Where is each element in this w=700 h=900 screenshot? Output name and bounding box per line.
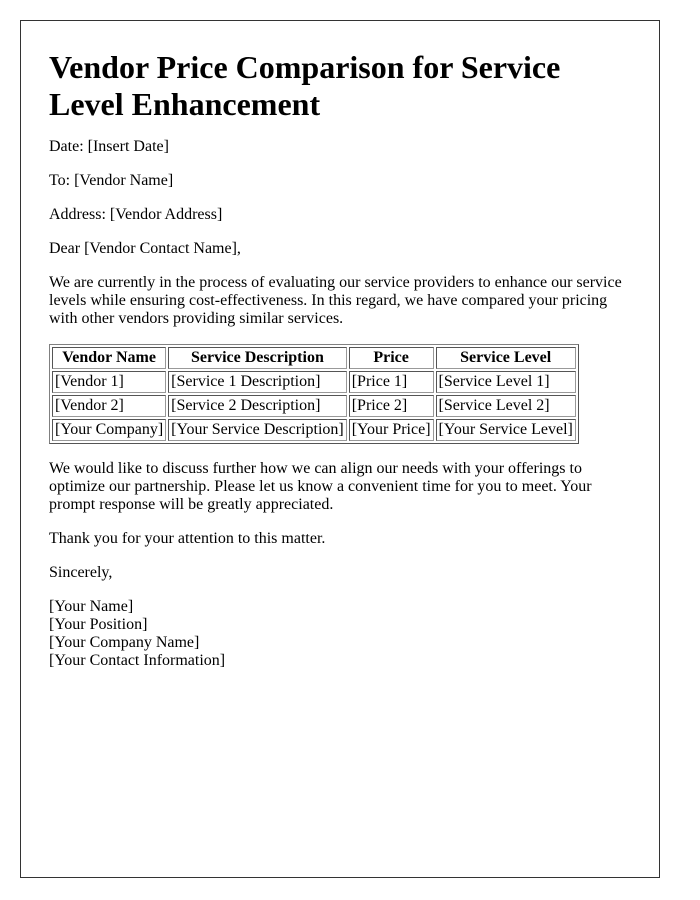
cell-service-level: [Service Level 2] bbox=[435, 395, 576, 417]
table-row: [Vendor 1] [Service 1 Description] [Pric… bbox=[52, 371, 576, 393]
header-price: Price bbox=[348, 347, 434, 369]
cell-vendor-name: [Vendor 2] bbox=[52, 395, 167, 417]
cell-service-description: [Service 2 Description] bbox=[168, 395, 347, 417]
signature-name: [Your Name] bbox=[49, 598, 134, 615]
salutation: Dear [Vendor Contact Name], bbox=[49, 240, 241, 257]
table-row: [Vendor 2] [Service 2 Description] [Pric… bbox=[52, 395, 576, 417]
header-vendor-name: Vendor Name bbox=[52, 347, 167, 369]
cell-price: [Price 2] bbox=[348, 395, 434, 417]
letter-title: Vendor Price Comparison for Service Leve… bbox=[49, 49, 561, 122]
cell-service-level: [Service Level 1] bbox=[435, 371, 576, 393]
price-comparison-table: Vendor Name Service Description Price Se… bbox=[49, 344, 579, 444]
recipient-line: To: [Vendor Name] bbox=[49, 172, 174, 189]
cell-service-level: [Your Service Level] bbox=[435, 419, 576, 441]
followup-paragraph: We would like to discuss further how we … bbox=[49, 460, 592, 513]
signature-block: [Your Name] [Your Position] [Your Compan… bbox=[49, 598, 631, 670]
signature-company: [Your Company Name] bbox=[49, 634, 200, 651]
cell-vendor-name: [Vendor 1] bbox=[52, 371, 167, 393]
header-service-description: Service Description bbox=[168, 347, 347, 369]
thanks-line: Thank you for your attention to this mat… bbox=[49, 530, 326, 547]
signature-position: [Your Position] bbox=[49, 616, 148, 633]
cell-vendor-name: [Your Company] bbox=[52, 419, 167, 441]
closing: Sincerely, bbox=[49, 564, 113, 581]
intro-paragraph: We are currently in the process of evalu… bbox=[49, 274, 622, 327]
letter-container: Vendor Price Comparison for Service Leve… bbox=[20, 20, 660, 878]
date-line: Date: [Insert Date] bbox=[49, 138, 169, 155]
table-header-row: Vendor Name Service Description Price Se… bbox=[52, 347, 576, 369]
cell-service-description: [Your Service Description] bbox=[168, 419, 347, 441]
address-line: Address: [Vendor Address] bbox=[49, 206, 223, 223]
signature-contact: [Your Contact Information] bbox=[49, 652, 226, 669]
header-service-level: Service Level bbox=[435, 347, 576, 369]
cell-price: [Price 1] bbox=[348, 371, 434, 393]
cell-price: [Your Price] bbox=[348, 419, 434, 441]
cell-service-description: [Service 1 Description] bbox=[168, 371, 347, 393]
table-row: [Your Company] [Your Service Description… bbox=[52, 419, 576, 441]
